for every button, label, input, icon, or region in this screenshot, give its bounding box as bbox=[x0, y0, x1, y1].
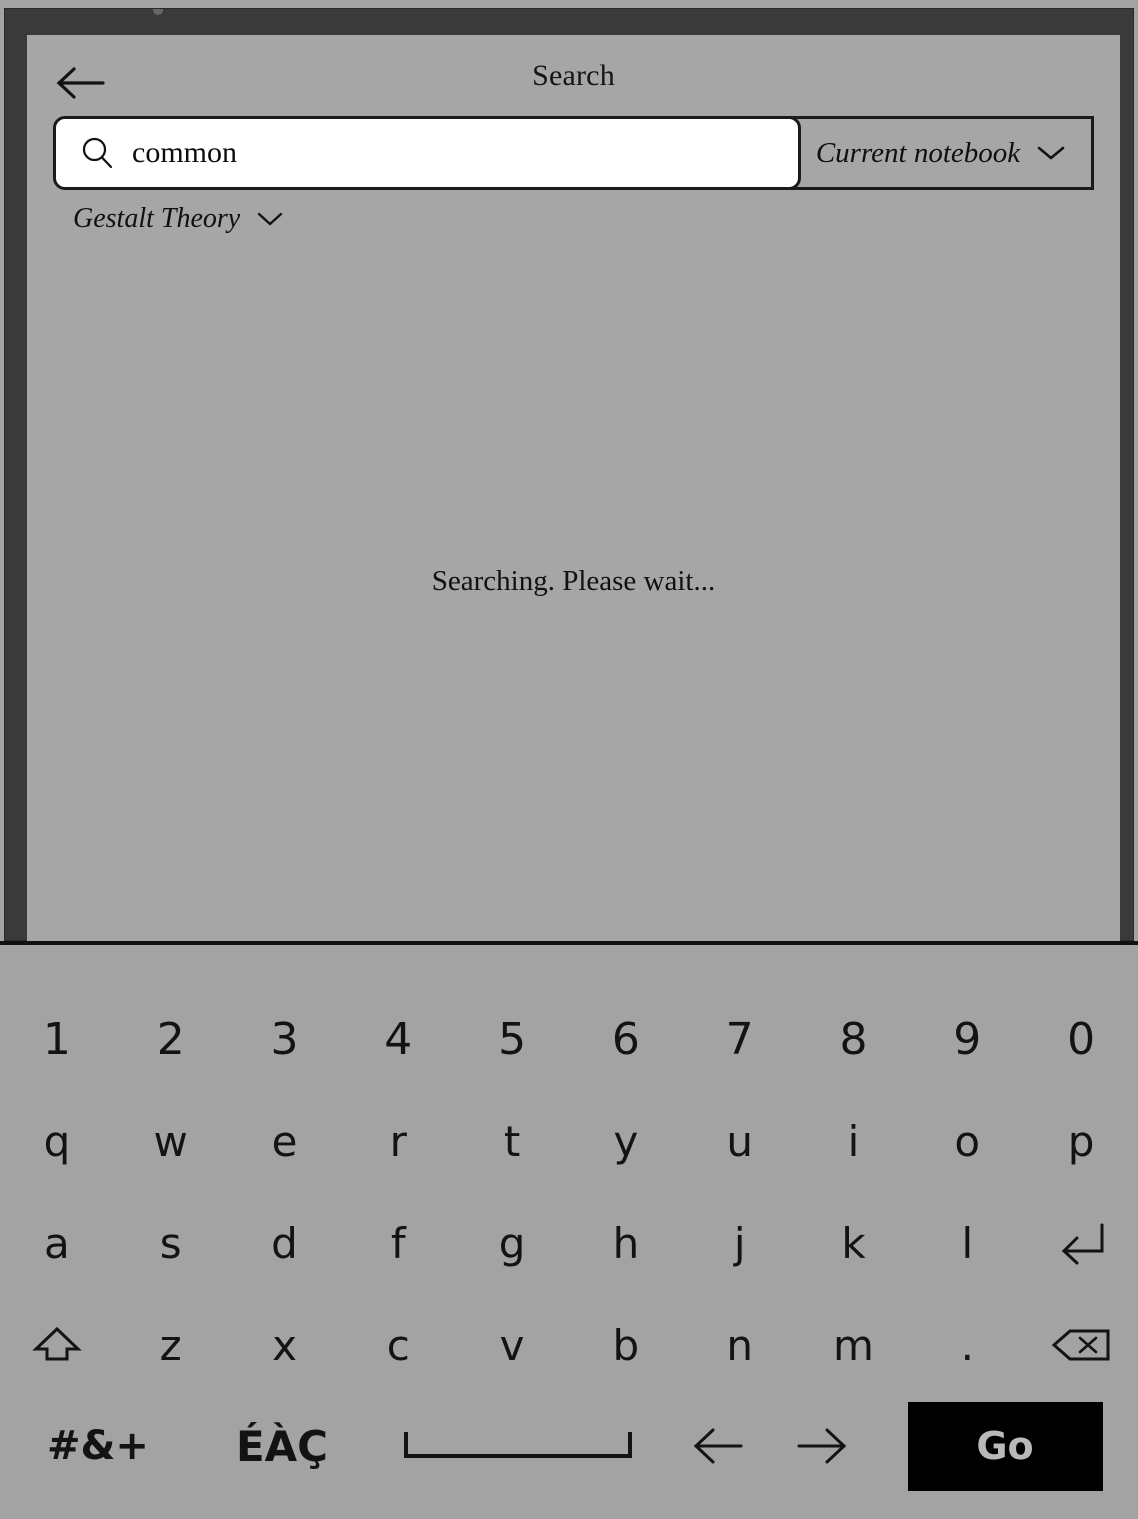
key-3[interactable]: 3 bbox=[228, 991, 342, 1087]
key-i[interactable]: i bbox=[797, 1093, 911, 1189]
key-j[interactable]: j bbox=[683, 1195, 797, 1291]
key-y[interactable]: y bbox=[569, 1093, 683, 1189]
magnifier-icon bbox=[80, 136, 114, 170]
key-x[interactable]: x bbox=[228, 1297, 342, 1393]
shift-key[interactable] bbox=[0, 1297, 114, 1393]
key-b[interactable]: b bbox=[569, 1297, 683, 1393]
search-status-message: Searching. Please wait... bbox=[431, 565, 716, 597]
key-d[interactable]: d bbox=[228, 1195, 342, 1291]
space-bar-icon bbox=[402, 1426, 634, 1466]
search-row: Current notebook common bbox=[53, 116, 1094, 190]
key-p[interactable]: p bbox=[1024, 1093, 1138, 1189]
keyboard-row-bottom: #&+ ÉÀÇ Go bbox=[0, 1391, 1138, 1501]
key-n[interactable]: n bbox=[683, 1297, 797, 1393]
key-6[interactable]: 6 bbox=[569, 991, 683, 1087]
accents-key[interactable]: ÉÀÇ bbox=[196, 1391, 368, 1501]
go-key[interactable]: Go bbox=[872, 1391, 1138, 1501]
search-scope-label: Current notebook bbox=[815, 136, 1021, 169]
arrow-left-icon bbox=[691, 1425, 747, 1467]
enter-icon bbox=[1055, 1221, 1107, 1265]
key-l[interactable]: l bbox=[910, 1195, 1024, 1291]
key-period[interactable]: . bbox=[910, 1297, 1024, 1393]
search-content-area: Search Current notebook common Gestalt T… bbox=[27, 35, 1120, 943]
chevron-down-icon bbox=[256, 210, 284, 228]
key-9[interactable]: 9 bbox=[910, 991, 1024, 1087]
key-7[interactable]: 7 bbox=[683, 991, 797, 1087]
go-button-label: Go bbox=[976, 1424, 1034, 1468]
enter-key[interactable] bbox=[1024, 1195, 1138, 1291]
key-5[interactable]: 5 bbox=[455, 991, 569, 1087]
key-2[interactable]: 2 bbox=[114, 991, 228, 1087]
notebook-filter-label: Gestalt Theory bbox=[73, 203, 241, 234]
key-u[interactable]: u bbox=[683, 1093, 797, 1189]
keyboard-row-asdf: a s d f g h j k l bbox=[0, 1195, 1138, 1291]
on-screen-keyboard: 1 2 3 4 5 6 7 8 9 0 q w e r t y u i o p … bbox=[0, 945, 1138, 1519]
key-c[interactable]: c bbox=[341, 1297, 455, 1393]
key-e[interactable]: e bbox=[228, 1093, 342, 1189]
arrow-right-icon bbox=[793, 1425, 849, 1467]
search-input-value: common bbox=[132, 138, 237, 168]
key-w[interactable]: w bbox=[114, 1093, 228, 1189]
keyboard-row-zxcv: z x c v b n m . bbox=[0, 1297, 1138, 1393]
key-8[interactable]: 8 bbox=[797, 991, 911, 1087]
shift-icon bbox=[31, 1323, 83, 1367]
key-r[interactable]: r bbox=[341, 1093, 455, 1189]
key-v[interactable]: v bbox=[455, 1297, 569, 1393]
key-q[interactable]: q bbox=[0, 1093, 114, 1189]
page-title: Search bbox=[532, 59, 615, 92]
key-4[interactable]: 4 bbox=[341, 991, 455, 1087]
go-button[interactable]: Go bbox=[907, 1401, 1103, 1491]
backspace-key[interactable] bbox=[1024, 1297, 1138, 1393]
bezel-notch bbox=[153, 9, 163, 15]
key-k[interactable]: k bbox=[797, 1195, 911, 1291]
key-m[interactable]: m bbox=[797, 1297, 911, 1393]
key-t[interactable]: t bbox=[455, 1093, 569, 1189]
key-a[interactable]: a bbox=[0, 1195, 114, 1291]
cursor-right-key[interactable] bbox=[770, 1391, 872, 1501]
key-g[interactable]: g bbox=[455, 1195, 569, 1291]
reader-screen: Search Current notebook common Gestalt T… bbox=[0, 0, 1138, 1519]
search-input[interactable]: common bbox=[53, 116, 801, 190]
key-s[interactable]: s bbox=[114, 1195, 228, 1291]
chevron-down-icon bbox=[1036, 144, 1066, 162]
key-h[interactable]: h bbox=[569, 1195, 683, 1291]
key-z[interactable]: z bbox=[114, 1297, 228, 1393]
keyboard-row-qwerty: q w e r t y u i o p bbox=[0, 1093, 1138, 1189]
key-0[interactable]: 0 bbox=[1024, 991, 1138, 1087]
cursor-left-key[interactable] bbox=[668, 1391, 770, 1501]
backspace-icon bbox=[1050, 1325, 1112, 1365]
key-o[interactable]: o bbox=[910, 1093, 1024, 1189]
keyboard-row-numbers: 1 2 3 4 5 6 7 8 9 0 bbox=[0, 991, 1138, 1087]
device-bezel: Search Current notebook common Gestalt T… bbox=[4, 8, 1134, 943]
space-key[interactable] bbox=[368, 1391, 668, 1501]
key-1[interactable]: 1 bbox=[0, 991, 114, 1087]
notebook-filter-dropdown[interactable]: Gestalt Theory bbox=[73, 203, 284, 235]
symbols-key[interactable]: #&+ bbox=[0, 1391, 196, 1501]
key-f[interactable]: f bbox=[341, 1195, 455, 1291]
search-scope-dropdown[interactable]: Current notebook bbox=[788, 116, 1094, 190]
